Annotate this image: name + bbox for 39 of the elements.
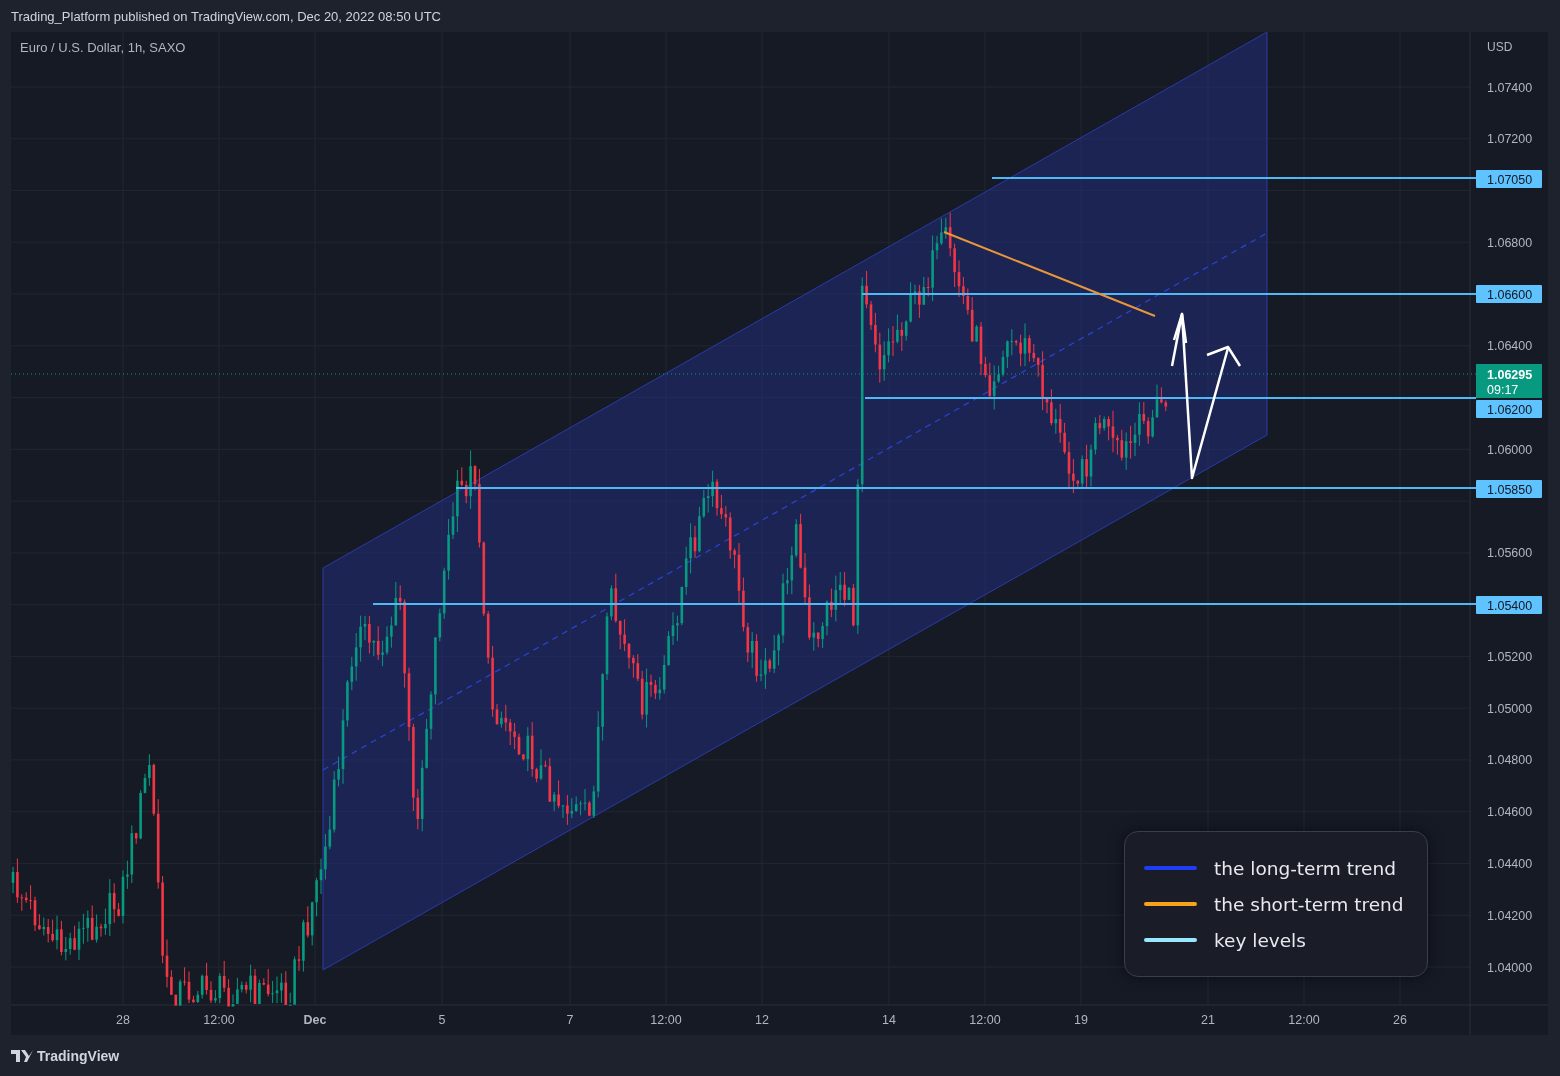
price-axis-label: 1.07400: [1487, 80, 1533, 95]
time-axis-label: 19: [1074, 1013, 1088, 1027]
time-axis-label: 28: [116, 1013, 130, 1027]
last-price-tag: 1.06295 09:17: [1476, 364, 1542, 398]
symbol-title: Euro / U.S. Dollar, 1h, SAXO: [20, 40, 186, 55]
publish-info: Trading_Platform published on TradingView.com, Dec 20, 2022 08:50 UTC: [11, 8, 441, 24]
time-axis-label: 12:00: [650, 1013, 682, 1027]
price-axis-label: 1.04800: [1487, 753, 1533, 768]
currency-label: USD: [1487, 40, 1513, 54]
legend-label: the long-term trend: [1214, 857, 1396, 879]
price-axis-label: 1.06800: [1487, 235, 1533, 250]
brand-name: TradingView: [37, 1047, 120, 1064]
time-axis-label: 12:00: [969, 1013, 1001, 1027]
time-axis-label: 7: [566, 1013, 574, 1027]
price-axis-label: 1.04000: [1487, 960, 1533, 975]
price-axis-label: 1.04600: [1487, 805, 1533, 820]
price-axis-label: 1.04200: [1487, 908, 1533, 923]
price-tag: 1.05850: [1476, 480, 1542, 498]
time-axis-label: 21: [1201, 1013, 1215, 1027]
price-axis-label: 1.07200: [1487, 132, 1533, 147]
time-axis-label: 12: [755, 1013, 769, 1027]
price-axis-label: 1.04400: [1487, 856, 1533, 871]
price-axis-label: 1.05200: [1487, 649, 1533, 664]
time-axis-label: 5: [438, 1013, 446, 1027]
price-axis-label: 1.05600: [1487, 546, 1533, 561]
price-tag: 1.06200: [1476, 400, 1542, 418]
time-axis-label: 12:00: [1288, 1013, 1320, 1027]
time-axis-label: 14: [882, 1013, 896, 1027]
price-tag: 1.05400: [1476, 596, 1542, 614]
price-tag: 1.07050: [1476, 170, 1542, 188]
price-axis-label: 1.06000: [1487, 442, 1533, 457]
time-axis-label: 12:00: [203, 1013, 235, 1027]
legend-label: key levels: [1214, 929, 1306, 951]
time-axis-label: 26: [1393, 1013, 1407, 1027]
price-tag: 1.06600: [1476, 285, 1542, 303]
price-axis-label: 1.06400: [1487, 339, 1533, 354]
time-axis-label: Dec: [303, 1013, 327, 1027]
price-axis-label: 1.05000: [1487, 701, 1533, 716]
legend-label: the short-term trend: [1214, 893, 1404, 915]
